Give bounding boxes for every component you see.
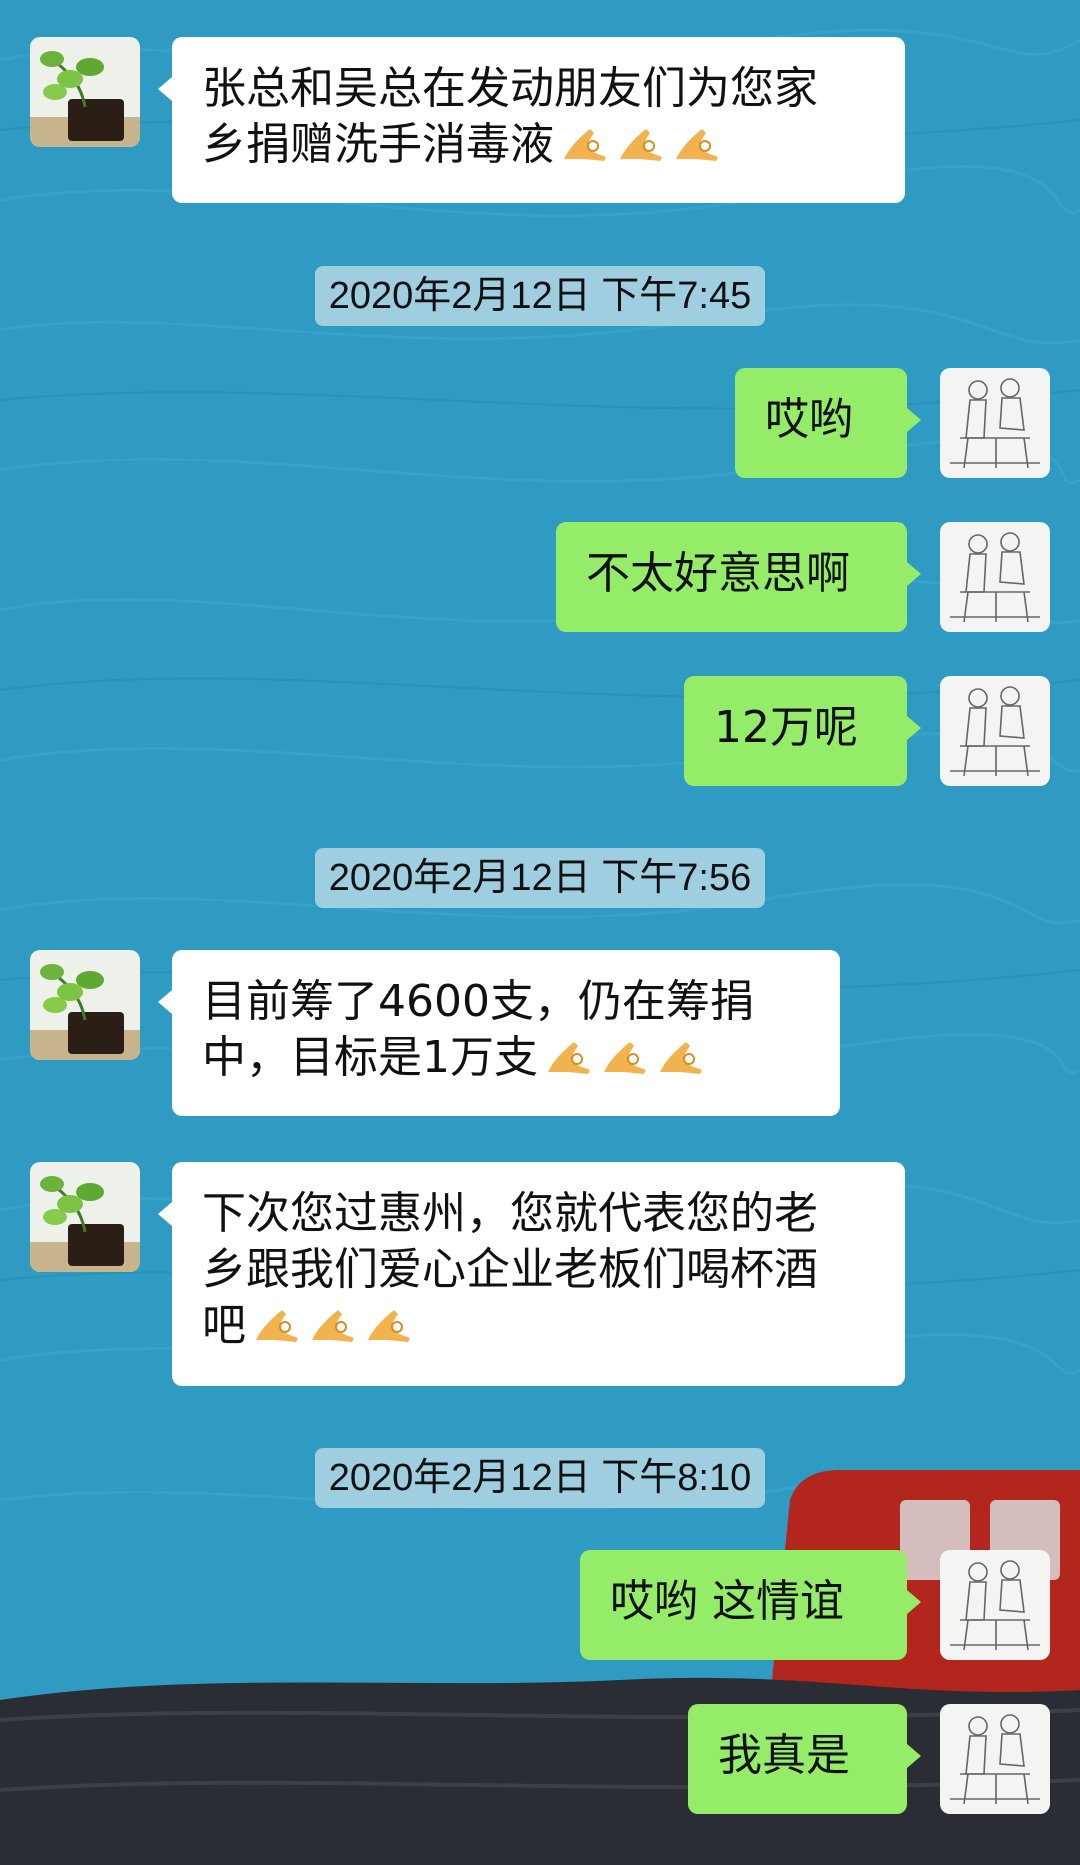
message-text: 下次您过惠州，您就代表您的老	[202, 1188, 818, 1239]
plant-avatar[interactable]	[30, 37, 140, 147]
message-text: 乡跟我们爱心企业老板们喝杯酒	[202, 1244, 818, 1295]
message-text: 张总和吴总在发动朋友们为您家	[202, 63, 818, 114]
sketch-avatar[interactable]	[940, 1550, 1050, 1660]
sketch-avatar-icon	[940, 368, 1050, 478]
message-text: 哎哟	[765, 394, 853, 445]
plant-avatar-icon	[30, 37, 140, 147]
message-text: 哎哟 这情谊	[610, 1576, 844, 1627]
plant-avatar[interactable]	[30, 950, 140, 1060]
timestamp-text: 2020年2月12日 下午7:56	[314, 848, 766, 908]
message-text: 吧	[202, 1300, 246, 1351]
ok-hand-icon	[672, 121, 722, 165]
message-bubble-outgoing[interactable]: 12万呢	[684, 676, 921, 786]
message-text: 不太好意思啊	[586, 548, 850, 599]
ok-hand-icon	[616, 121, 666, 165]
plant-avatar[interactable]	[30, 1162, 140, 1272]
timestamp: 2020年2月12日 下午8:10	[0, 1448, 1080, 1508]
ok-hand-icon	[364, 1302, 414, 1346]
sketch-avatar[interactable]	[940, 676, 1050, 786]
ok-hand-icon	[308, 1302, 358, 1346]
message-text: 我真是	[718, 1730, 850, 1781]
timestamp: 2020年2月12日 下午7:45	[0, 266, 1080, 326]
chat-window: 张总和吴总在发动朋友们为您家 乡捐赠洗手消毒液 2020年2月12日 下午7:4…	[0, 0, 1080, 1865]
sketch-avatar[interactable]	[940, 522, 1050, 632]
message-text: 目前筹了4600支，仍在筹捐	[202, 976, 754, 1027]
ok-hand-icon	[560, 121, 610, 165]
message-text: 12万呢	[714, 702, 858, 753]
plant-avatar-icon	[30, 1162, 140, 1272]
message-bubble-outgoing[interactable]: 哎哟 这情谊	[580, 1550, 921, 1660]
timestamp-text: 2020年2月12日 下午7:45	[314, 266, 766, 326]
message-bubble-incoming[interactable]: 下次您过惠州，您就代表您的老 乡跟我们爱心企业老板们喝杯酒 吧	[158, 1162, 905, 1386]
plant-avatar-icon	[30, 950, 140, 1060]
ok-hand-icon	[656, 1034, 706, 1078]
message-bubble-incoming[interactable]: 目前筹了4600支，仍在筹捐 中，目标是1万支	[158, 950, 840, 1116]
sketch-avatar-icon	[940, 522, 1050, 632]
sketch-avatar-icon	[940, 1550, 1050, 1660]
message-bubble-outgoing[interactable]: 不太好意思啊	[556, 522, 921, 632]
message-bubble-outgoing[interactable]: 我真是	[688, 1704, 921, 1814]
ok-hand-icon	[600, 1034, 650, 1078]
sketch-avatar[interactable]	[940, 1704, 1050, 1814]
sketch-avatar[interactable]	[940, 368, 1050, 478]
message-bubble-outgoing[interactable]: 哎哟	[735, 368, 921, 478]
ok-hand-icon	[252, 1302, 302, 1346]
sketch-avatar-icon	[940, 1704, 1050, 1814]
message-text: 乡捐赠洗手消毒液	[202, 119, 554, 170]
ok-hand-icon	[544, 1034, 594, 1078]
timestamp: 2020年2月12日 下午7:56	[0, 848, 1080, 908]
message-text: 中，目标是1万支	[202, 1032, 538, 1083]
message-bubble-incoming[interactable]: 张总和吴总在发动朋友们为您家 乡捐赠洗手消毒液	[158, 37, 905, 203]
timestamp-text: 2020年2月12日 下午8:10	[314, 1448, 766, 1508]
sketch-avatar-icon	[940, 676, 1050, 786]
